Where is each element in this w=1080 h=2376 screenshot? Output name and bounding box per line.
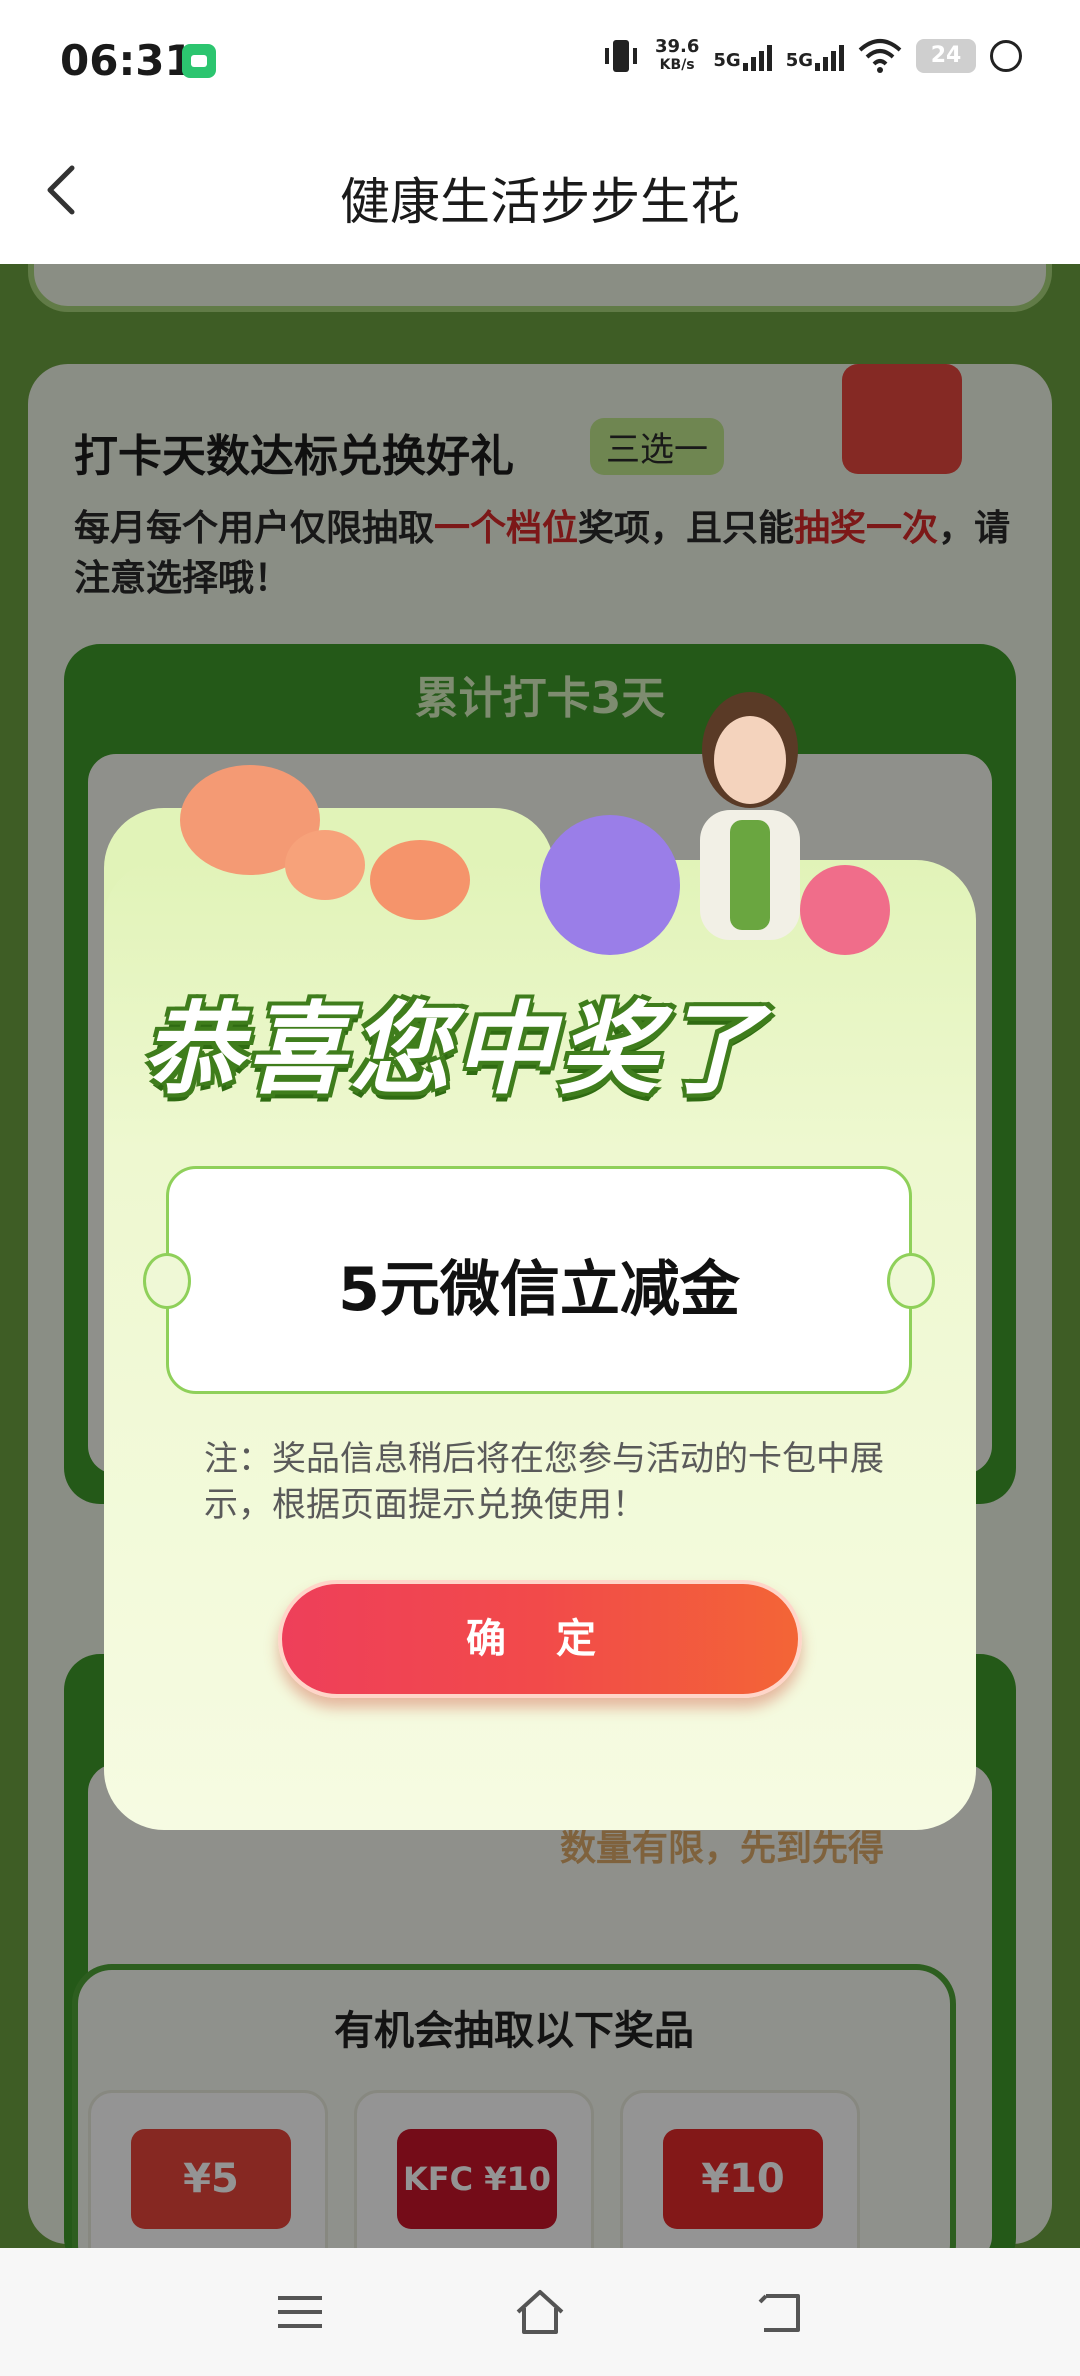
page-title: 健康生活步步生花 (340, 173, 740, 231)
signal-1: 5G (713, 41, 772, 71)
signal-bars-icon (742, 41, 772, 71)
signal-bars-icon (815, 41, 844, 71)
vibrate-icon (604, 40, 637, 72)
net-speed: 39.6 KB/s (654, 36, 700, 74)
charging-icon (990, 40, 1022, 72)
nav-bar: 健康生活步步生花 (0, 120, 1080, 264)
peach-flower-icon (370, 840, 470, 920)
signal-2: 5G (786, 41, 844, 71)
clock: 06:31 (60, 36, 194, 85)
peach-flower-icon (285, 830, 365, 900)
congrats-headline: 恭喜您中奖了 (142, 991, 766, 1108)
wifi-icon (858, 39, 902, 73)
system-nav-bar (0, 2248, 1080, 2376)
menu-icon[interactable] (272, 2284, 328, 2340)
status-bar: 06:31 39.6 KB/s 5G 5G 24 (0, 0, 1080, 120)
prize-name: 5元微信立减金 (338, 1255, 740, 1325)
confirm-button[interactable]: 确 定 (278, 1580, 802, 1698)
prize-ticket: 5元微信立减金 (143, 1166, 935, 1394)
purple-flower-icon (540, 815, 680, 955)
app-notification-icon (182, 44, 216, 78)
back-nav-icon[interactable] (752, 2284, 808, 2340)
status-icons: 39.6 KB/s 5G 5G 24 (601, 36, 1022, 76)
character-avatar (700, 692, 800, 940)
battery-icon: 24 (916, 39, 976, 73)
home-icon[interactable] (512, 2284, 568, 2340)
prize-note: 注：奖品信息稍后将在您参与活动的卡包中展示，根据页面提示兑换使用！ (204, 1439, 884, 1525)
